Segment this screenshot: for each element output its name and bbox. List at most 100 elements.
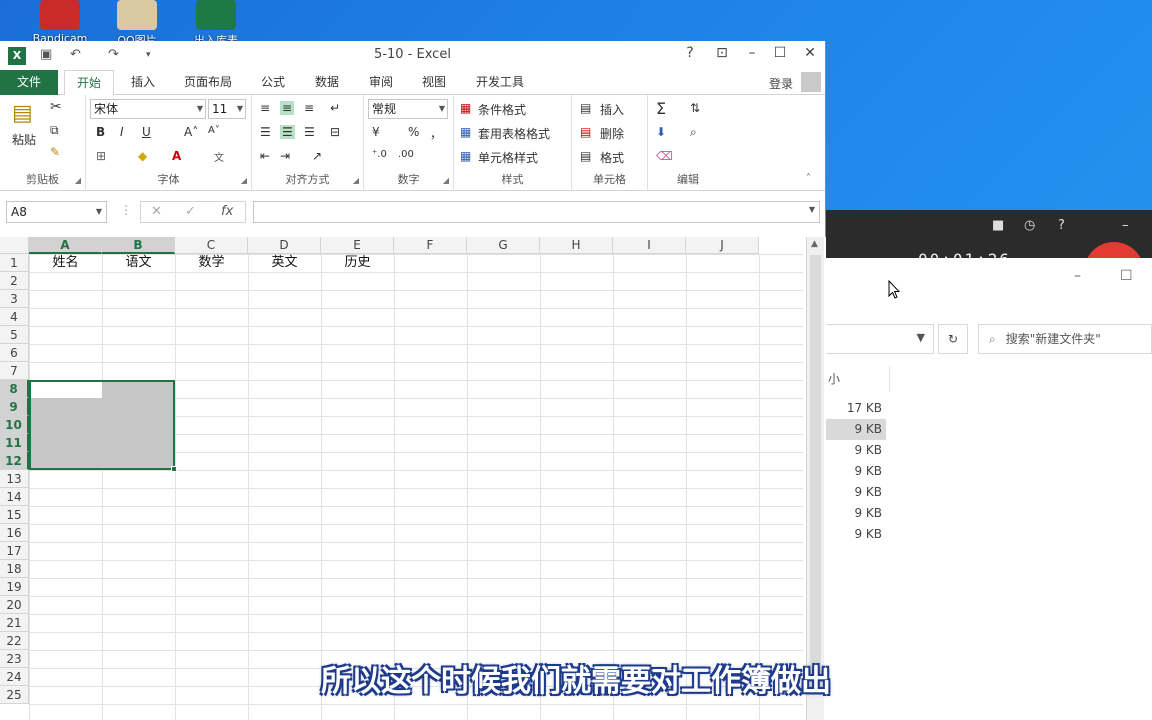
align-bottom-icon[interactable]: ≡ [304, 101, 314, 115]
fill-icon[interactable]: ⬇ [656, 125, 666, 139]
dialog-launcher-icon[interactable]: ◢ [443, 176, 449, 185]
avatar[interactable] [801, 72, 821, 92]
tab-home[interactable]: 开始 [64, 70, 114, 96]
cell-c1[interactable]: 数学 [175, 254, 248, 272]
font-size-select[interactable]: 11 ▼ [208, 99, 246, 119]
search-input[interactable]: ⌕ 搜索"新建文件夹" [978, 324, 1152, 354]
paste-icon[interactable]: ▤ [12, 101, 33, 126]
file-size[interactable]: 9 KB [826, 419, 886, 440]
format-cells-icon[interactable]: ▤ [580, 149, 591, 163]
sort-filter-icon[interactable]: ⇅ [690, 101, 700, 115]
minimize-button[interactable]: – [738, 45, 766, 61]
row-header-20[interactable]: 20 [0, 596, 29, 614]
increase-font-icon[interactable]: A˄ [184, 125, 198, 139]
row-header-8[interactable]: 8 [0, 380, 29, 398]
border-icon[interactable]: ⊞ [96, 149, 106, 163]
format-as-table-button[interactable]: 套用表格格式 [478, 125, 550, 142]
align-right-icon[interactable]: ☰ [304, 125, 315, 139]
delete-cells-button[interactable]: 删除 [600, 125, 624, 142]
paste-button[interactable]: 粘贴 [12, 131, 36, 148]
help-button[interactable]: ? [676, 45, 704, 61]
tab-view[interactable]: 视图 [413, 70, 455, 95]
column-header-b[interactable]: B [102, 237, 175, 254]
column-header-j[interactable]: J [686, 237, 759, 254]
align-left-icon[interactable]: ☰ [260, 125, 271, 139]
align-middle-icon[interactable]: ≡ [280, 101, 295, 115]
fill-color-icon[interactable]: ◆ [138, 149, 147, 163]
font-color-icon[interactable]: A [172, 149, 181, 163]
row-header-14[interactable]: 14 [0, 488, 29, 506]
conditional-format-icon[interactable]: ▦ [460, 101, 471, 115]
vertical-scrollbar[interactable]: ▲ [806, 237, 824, 720]
increase-indent-icon[interactable]: ⇥ [280, 149, 290, 163]
chevron-down-icon[interactable]: ▼ [809, 205, 815, 214]
delete-cells-icon[interactable]: ▤ [580, 125, 591, 139]
active-cell[interactable] [31, 382, 102, 398]
row-header-19[interactable]: 19 [0, 578, 29, 596]
clock-icon[interactable]: ◷ [1024, 218, 1035, 233]
scroll-up-icon[interactable]: ▲ [811, 239, 818, 249]
cell-area[interactable] [29, 254, 803, 720]
cell-styles-button[interactable]: 单元格样式 [478, 149, 538, 166]
row-header-7[interactable]: 7 [0, 362, 29, 380]
file-size[interactable]: 9 KB [826, 482, 886, 503]
column-header-d[interactable]: D [248, 237, 321, 254]
row-header-15[interactable]: 15 [0, 506, 29, 524]
row-header-22[interactable]: 22 [0, 632, 29, 650]
column-header-a[interactable]: A [29, 237, 102, 254]
column-header-g[interactable]: G [467, 237, 540, 254]
minimize-icon[interactable]: – [1122, 218, 1129, 233]
maximize-icon[interactable]: ☐ [1120, 268, 1133, 284]
decrease-indent-icon[interactable]: ⇤ [260, 149, 270, 163]
chevron-down-icon[interactable]: ▼ [917, 331, 925, 344]
file-size[interactable]: 9 KB [826, 503, 886, 524]
tab-page-layout[interactable]: 页面布局 [176, 70, 240, 95]
row-header-16[interactable]: 16 [0, 524, 29, 542]
decrease-font-icon[interactable]: A˅ [208, 125, 220, 136]
tab-file[interactable]: 文件 [0, 70, 58, 95]
refresh-button[interactable]: ↻ [938, 324, 968, 354]
italic-button[interactable]: I [120, 125, 124, 139]
format-cells-button[interactable]: 格式 [600, 149, 624, 166]
desktop-icon-excel-file[interactable]: 出入库表 [184, 0, 248, 47]
format-as-table-icon[interactable]: ▦ [460, 125, 471, 139]
row-header-2[interactable]: 2 [0, 272, 29, 290]
column-header-size[interactable]: 小 [826, 366, 890, 392]
sign-in-link[interactable]: 登录 [769, 75, 793, 92]
file-size[interactable]: 9 KB [826, 440, 886, 461]
cut-icon[interactable]: ✂ [50, 99, 62, 115]
row-header-13[interactable]: 13 [0, 470, 29, 488]
row-header-4[interactable]: 4 [0, 308, 29, 326]
collapse-ribbon-icon[interactable]: ˄ [806, 173, 811, 184]
row-header-1[interactable]: 1 [0, 254, 29, 272]
cell-b1[interactable]: 语文 [102, 254, 175, 272]
row-header-18[interactable]: 18 [0, 560, 29, 578]
fill-handle[interactable] [171, 466, 177, 472]
name-box[interactable]: A8 ▼ [6, 201, 107, 223]
dialog-launcher-icon[interactable]: ◢ [241, 176, 247, 185]
phonetic-icon[interactable]: 文 [214, 149, 224, 164]
row-header-21[interactable]: 21 [0, 614, 29, 632]
align-top-icon[interactable]: ≡ [260, 101, 270, 115]
column-header-f[interactable]: F [394, 237, 467, 254]
autosum-button[interactable]: Σ [656, 99, 666, 118]
bold-button[interactable]: B [96, 125, 105, 139]
tab-data[interactable]: 数据 [306, 70, 348, 95]
insert-function-button[interactable]: fx [221, 202, 233, 222]
row-header-6[interactable]: 6 [0, 344, 29, 362]
cell-a1[interactable]: 姓名 [29, 254, 102, 272]
row-header-10[interactable]: 10 [0, 416, 29, 434]
wrap-text-icon[interactable]: ↵ [330, 101, 340, 115]
percent-button[interactable]: % [408, 125, 419, 139]
insert-cells-icon[interactable]: ▤ [580, 101, 591, 115]
tab-developer[interactable]: 开发工具 [466, 70, 534, 95]
column-header-c[interactable]: C [175, 237, 248, 254]
merge-center-icon[interactable]: ⊟ [330, 125, 340, 139]
cancel-icon[interactable]: ✕ [151, 202, 162, 222]
decrease-decimal-icon[interactable]: .00 [398, 149, 414, 160]
font-name-select[interactable]: 宋体 ▼ [90, 99, 206, 119]
enter-icon[interactable]: ✓ [185, 202, 196, 222]
orientation-icon[interactable]: ↗ [312, 149, 322, 163]
increase-decimal-icon[interactable]: ⁺.0 [372, 149, 387, 160]
underline-button[interactable]: U [142, 125, 151, 139]
